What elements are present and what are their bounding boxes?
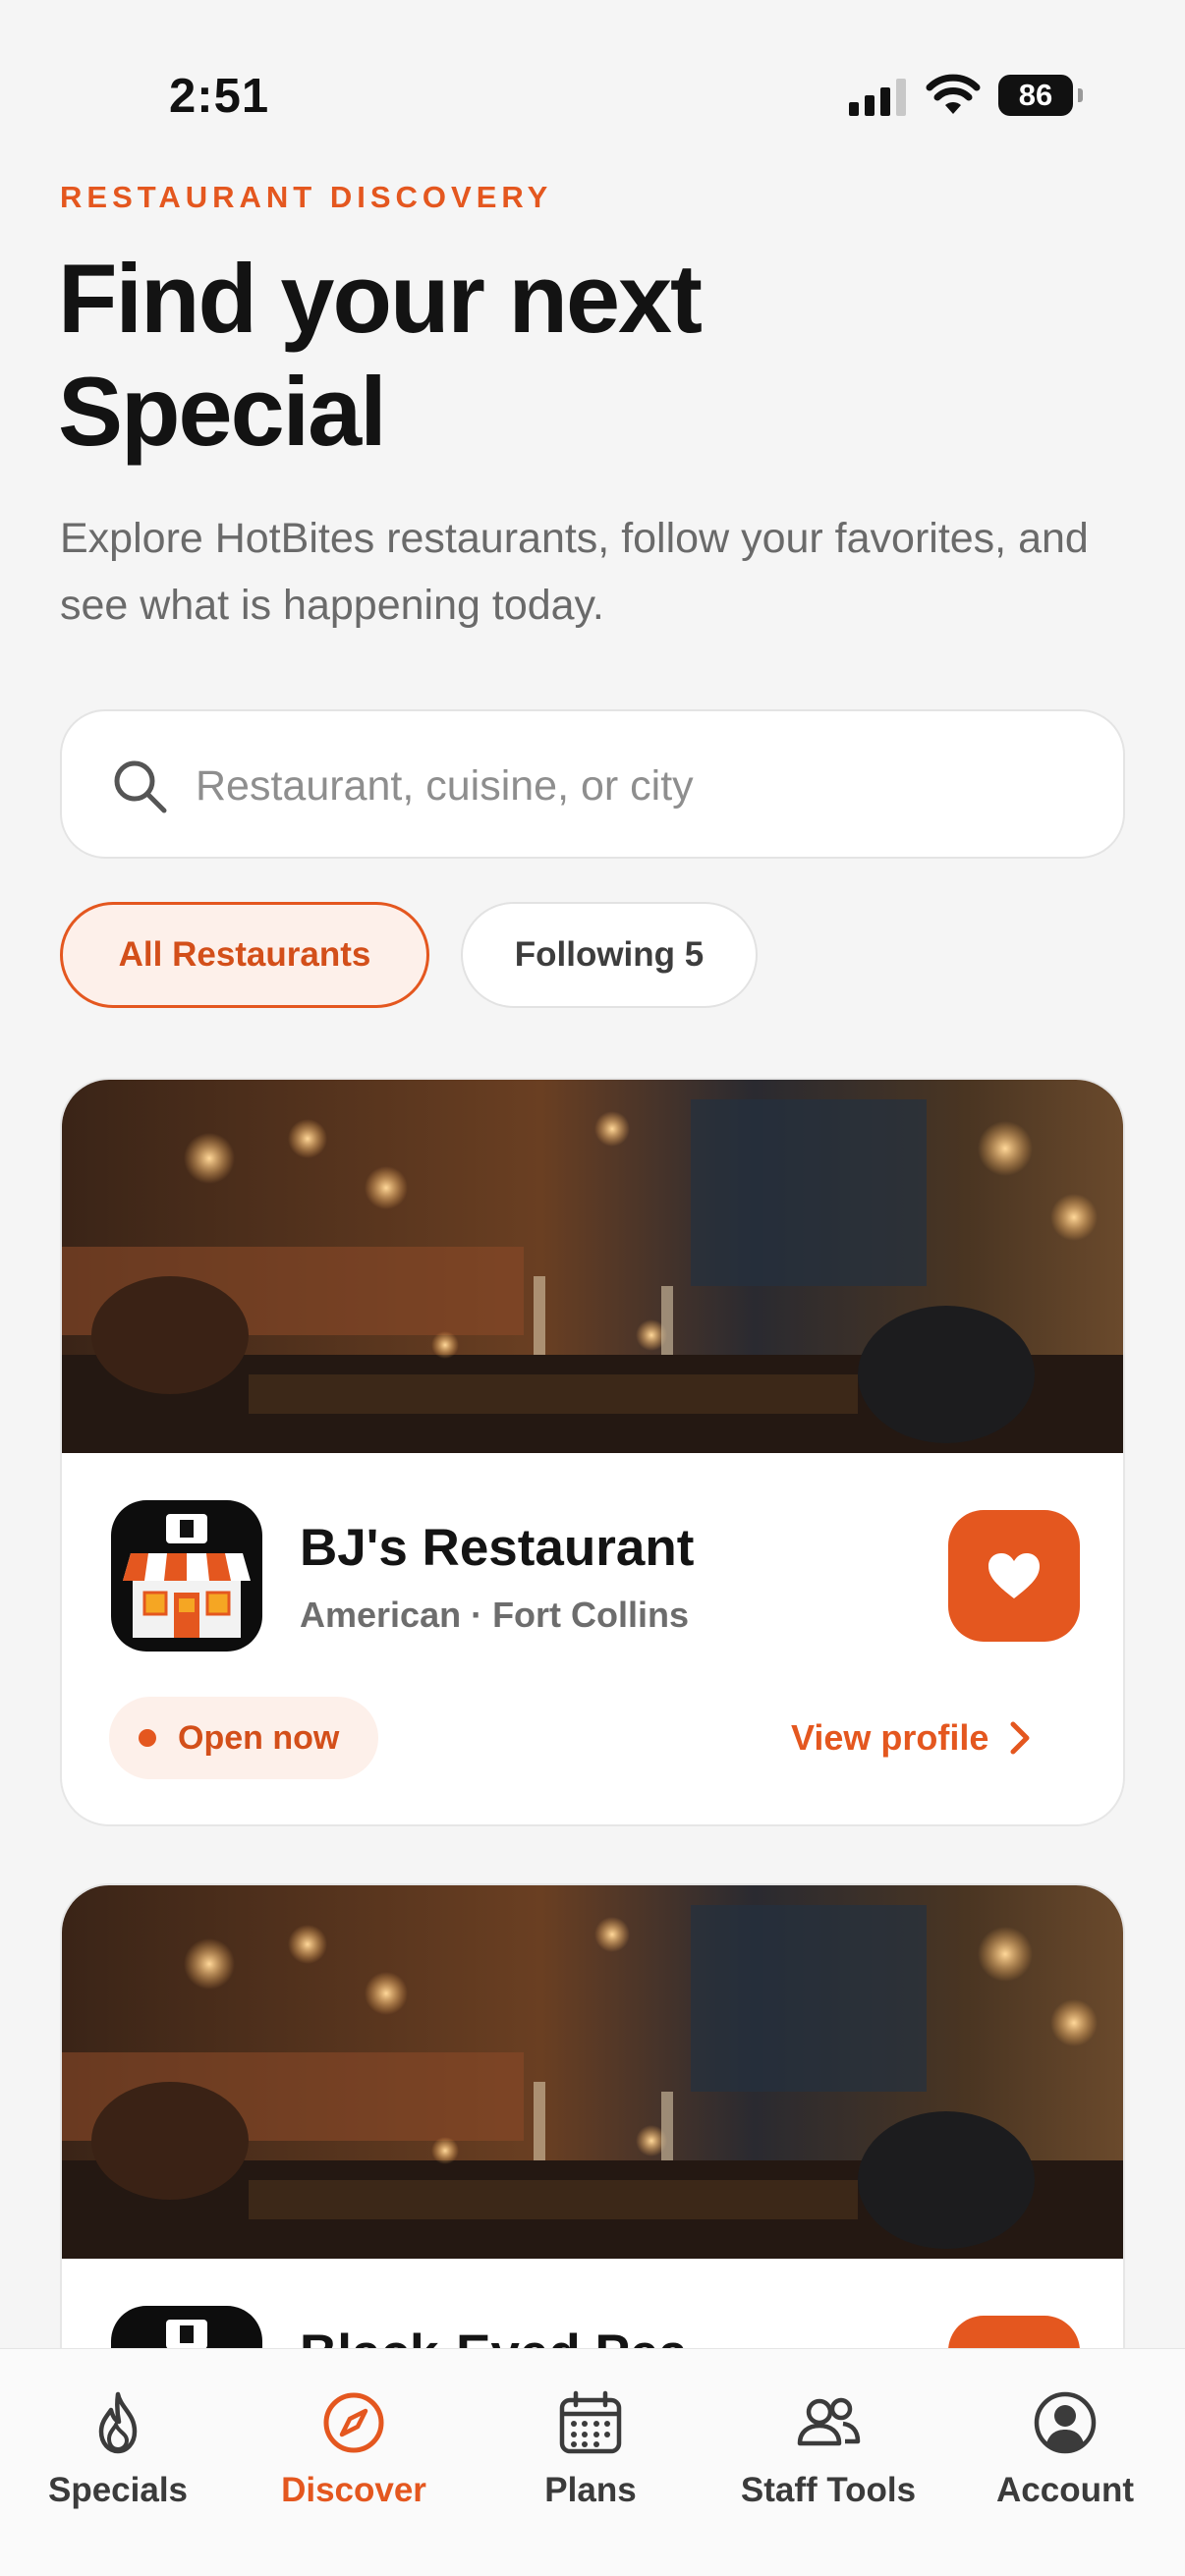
people-icon: [797, 2397, 861, 2446]
search-bar[interactable]: [60, 709, 1125, 859]
battery-level: 86: [1018, 78, 1053, 112]
status-dot: [139, 1729, 156, 1747]
filter-chip-all-restaurants[interactable]: All Restaurants: [60, 902, 429, 1008]
tab-label: Plans: [544, 2471, 637, 2509]
restaurant-cuisine-location: American · Fort Collins: [300, 1595, 690, 1635]
tab-label: Specials: [47, 2471, 189, 2509]
tab-plans[interactable]: Plans: [473, 2388, 708, 2526]
heart-icon: [988, 1553, 1040, 1598]
tab-label: Discover: [281, 2471, 426, 2509]
page-title: Find your next Special: [58, 244, 703, 466]
battery-indicator: 86: [998, 75, 1083, 116]
tab-specials[interactable]: Specials: [0, 2388, 236, 2526]
filter-chip-label: All Restaurants: [118, 935, 371, 974]
restaurant-cover-image: [62, 1885, 1123, 2259]
restaurant-name[interactable]: BJ's Restaurant: [300, 1518, 694, 1578]
search-icon: [114, 760, 167, 813]
favorite-button[interactable]: [948, 1510, 1080, 1642]
wifi-icon: [926, 74, 981, 114]
view-profile-label: View profile: [791, 1717, 989, 1758]
open-status-label: Open now: [178, 1718, 340, 1757]
page-subtitle: Explore HotBites restaurants, follow you…: [60, 515, 1089, 629]
view-profile-link[interactable]: View profile: [791, 1710, 1032, 1765]
tab-account[interactable]: Account: [947, 2388, 1183, 2526]
tab-staff-tools[interactable]: Staff Tools: [710, 2388, 946, 2526]
status-time: 2:51: [169, 70, 270, 123]
filter-chip-following[interactable]: Following 5: [461, 902, 758, 1008]
tab-label: Account: [996, 2471, 1134, 2509]
section-eyebrow: RESTAURANT DISCOVERY: [60, 180, 553, 214]
tab-label: Staff Tools: [740, 2471, 917, 2509]
restaurant-cover-image: [62, 1080, 1123, 1453]
chevron-right-icon: [1010, 1721, 1030, 1755]
restaurant-card[interactable]: BJ's Restaurant American · Fort Collins …: [60, 1078, 1125, 1826]
compass-icon: [323, 2392, 384, 2453]
search-input[interactable]: [196, 747, 1080, 825]
bottom-tab-bar: Specials Discover Plans Staff Tools Acco…: [0, 2348, 1185, 2576]
calendar-icon: [559, 2390, 622, 2454]
open-status-badge: Open now: [109, 1697, 378, 1779]
flame-icon: [98, 2391, 138, 2454]
restaurant-logo: [111, 1500, 262, 1652]
cellular-signal-icon: [849, 79, 906, 116]
tab-discover[interactable]: Discover: [236, 2388, 472, 2526]
status-bar: 2:51 86: [0, 0, 1185, 138]
person-circle-icon: [1034, 2391, 1097, 2454]
filter-chip-label: Following 5: [514, 935, 705, 974]
